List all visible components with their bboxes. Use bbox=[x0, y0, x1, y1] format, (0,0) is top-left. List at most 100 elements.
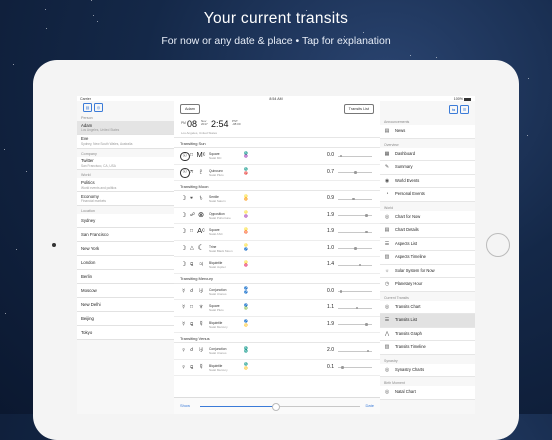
transit-description: Opposition Natal PoFortune bbox=[209, 212, 231, 220]
location-item[interactable]: New Delhi bbox=[77, 297, 174, 312]
dashboard-icon: ▦ bbox=[384, 150, 390, 157]
menu-item[interactable]: ◷ Planetary Hour bbox=[380, 278, 475, 292]
timeline-icon: ▥ bbox=[384, 344, 390, 350]
transit-description: Square Natal MC bbox=[209, 152, 222, 160]
world-item-name: Politics bbox=[81, 179, 95, 185]
location-item[interactable]: Beijing bbox=[77, 311, 174, 326]
show-button[interactable]: Show bbox=[180, 403, 190, 408]
star bbox=[527, 134, 529, 136]
date-time-picker[interactable]: PM 08 Nov 2017 2:54 PST -08:00 Los Angeles… bbox=[174, 115, 380, 138]
menu-section-header: Overview bbox=[384, 142, 399, 147]
right-sidebar: ⇆ ☰ Announcements ▤ News Overview ▦ Dashboard… bbox=[380, 101, 475, 414]
hour-icon: ◷ bbox=[384, 281, 390, 287]
transit-row[interactable]: ☿ □ ♆ Square Natal Pluto ♐ ♍ 1.1 bbox=[174, 300, 380, 317]
slider-knob[interactable] bbox=[272, 403, 281, 411]
zodiac-signs: ♐ ♋ bbox=[244, 319, 248, 327]
menu-item[interactable]: ◎ Synastry Charts bbox=[380, 363, 475, 377]
location-item[interactable]: Tokyo bbox=[77, 325, 174, 340]
menu-item[interactable]: ◎ Chart for Now bbox=[380, 210, 475, 224]
aspect-glyph: ⚼ bbox=[190, 261, 194, 267]
menu-item[interactable]: ▥ Transits Timeline bbox=[380, 341, 475, 355]
aspect-glyph: △ bbox=[190, 244, 194, 251]
menu-item[interactable]: ▥ Aspects Timeline bbox=[380, 251, 475, 265]
transit-description: Conjunction Natal Uranus bbox=[209, 288, 227, 296]
person-item-name: Adam bbox=[81, 122, 93, 128]
menu-item[interactable]: ◎ Transits Chart bbox=[380, 300, 475, 314]
location-item[interactable]: London bbox=[77, 255, 174, 270]
location-icon[interactable]: ◎ bbox=[94, 102, 103, 112]
transit-group-header: Transiting Moon bbox=[174, 181, 380, 191]
transit-row[interactable]: ☽ △ ☾ Trine Natal Black Moon ♌ ♐ 1.0 bbox=[174, 241, 380, 257]
transit-row[interactable]: ☽ ☍ ⊗ Opposition Natal PoFortune ♌ ♒ 1.9 bbox=[174, 208, 380, 224]
date-slider-bar: Show Date bbox=[174, 397, 380, 414]
orb-track bbox=[338, 198, 372, 200]
transits-list-button[interactable]: Transits List bbox=[343, 104, 374, 114]
orb-marker bbox=[354, 171, 357, 174]
transit-row[interactable]: ☽ ⚹ ♄ Sextile Natal Saturn ♌ ♊ 0.9 bbox=[174, 191, 380, 208]
transit-row[interactable]: ☉ □ Mᶜ Square Natal MC ♏ ♒ 0.0 bbox=[174, 148, 380, 165]
natal-point-name: Natal Mercury bbox=[209, 324, 228, 329]
transit-row[interactable]: ♀ ⚼ ☿ Biquintile Natal Mercury ♏ ♋ 0.1 bbox=[174, 360, 380, 376]
date-button[interactable]: Date bbox=[366, 403, 374, 408]
person-button[interactable]: Adam bbox=[180, 104, 200, 114]
natal-point-glyph: ♃ bbox=[198, 259, 204, 268]
location-item[interactable]: New York bbox=[77, 241, 174, 256]
menu-item[interactable]: ☰ Aspects List bbox=[380, 237, 475, 251]
menu-item[interactable]: ▦ Dashboard bbox=[380, 147, 475, 161]
natal-sign-glyph: ♒ bbox=[244, 213, 248, 218]
orb-marker bbox=[339, 154, 343, 157]
orb-value: 0.7 bbox=[327, 168, 334, 175]
transit-row[interactable]: ♀ ☌ ♅ Conjunction Natal Uranus ♏ ♏ 2.0 bbox=[174, 343, 380, 360]
star bbox=[45, 28, 47, 30]
location-item[interactable]: Sydney bbox=[77, 213, 174, 228]
natal-point-glyph: ♅ bbox=[198, 345, 204, 354]
world-item[interactable]: Economy Financial markets bbox=[77, 192, 174, 206]
location-item[interactable]: San Francisco bbox=[77, 227, 174, 242]
menu-icon[interactable]: ☰ bbox=[460, 105, 469, 114]
company-item[interactable]: Twitter San Francisco, CA, USA bbox=[77, 156, 174, 171]
sidebar-toggle-icon[interactable]: ▤ bbox=[83, 102, 92, 112]
transit-row[interactable]: ☽ ⚼ ♃ Biquintile Natal Jupiter ♌ ♓ 1.4 bbox=[174, 257, 380, 274]
person-item-detail: Sydney, New South Wales, Australia bbox=[81, 141, 133, 146]
transit-row[interactable]: ☿ ⚼ ☿ Biquintile Natal Mercury ♐ ♋ 1.9 bbox=[174, 317, 380, 333]
menu-item[interactable]: ✎ Summary bbox=[380, 161, 475, 175]
transit-row[interactable]: ☽ □ Aᶜ Square Natal ASC ♌ ♉ 1.9 bbox=[174, 224, 380, 241]
menu-item-label: Chart for Now bbox=[395, 213, 421, 219]
home-button[interactable] bbox=[486, 233, 510, 257]
transit-description: Conjunction Natal Uranus bbox=[209, 347, 227, 355]
day-value[interactable]: 08 bbox=[187, 119, 197, 129]
menu-item[interactable]: ◉ World Events bbox=[380, 174, 475, 188]
natal-point-name: Natal Saturn bbox=[209, 199, 226, 204]
orb-marker bbox=[355, 306, 359, 309]
menu-item[interactable]: ◎ Natal Chart bbox=[380, 386, 475, 400]
location-item[interactable]: Berlin bbox=[77, 269, 174, 284]
zodiac-signs: ♌ ♓ bbox=[244, 260, 248, 268]
person-item[interactable]: Eve Sydney, New South Wales, Australia bbox=[77, 134, 174, 149]
time-value[interactable]: 2:54 bbox=[211, 119, 229, 129]
world-item-detail: World events and politics bbox=[81, 185, 117, 190]
camera-dot bbox=[52, 243, 56, 247]
natal-point-glyph: ♆ bbox=[198, 302, 204, 311]
news-icon: ▤ bbox=[384, 128, 390, 134]
location-item[interactable]: Moscow bbox=[77, 283, 174, 298]
world-item-detail: Financial markets bbox=[81, 199, 106, 204]
menu-item[interactable]: ☰ Transits List bbox=[380, 314, 475, 328]
menu-item[interactable]: ⋀ Transits Graph bbox=[380, 327, 475, 341]
menu-item[interactable]: ◔ Personal Events bbox=[380, 188, 475, 202]
compare-icon[interactable]: ⇆ bbox=[449, 105, 458, 114]
menu-item[interactable]: ☼ Solar System for Now bbox=[380, 264, 475, 278]
orb-value: 0.0 bbox=[327, 287, 334, 294]
transit-row[interactable]: ☿ ☌ ♅ Conjunction Natal Uranus ♐ ♐ 0.0 bbox=[174, 284, 380, 300]
menu-item[interactable]: ▤ News bbox=[380, 125, 475, 139]
month-year[interactable]: Nov 2017 bbox=[201, 119, 208, 127]
menu-item[interactable]: ▤ Chart Details bbox=[380, 224, 475, 238]
orb-marker bbox=[341, 366, 344, 369]
world-item[interactable]: Politics World events and politics bbox=[77, 178, 174, 193]
star bbox=[4, 313, 6, 315]
time-zone[interactable]: PST -08:00 bbox=[232, 119, 241, 127]
natal-point-name: Natal Pluto bbox=[209, 308, 224, 313]
person-item[interactable]: Adam Los Angeles, United States bbox=[77, 121, 174, 135]
transit-row[interactable]: ☉ ⚻ ♇ Quincunx Natal Pluto ♏ ♈ 0.7 bbox=[174, 165, 380, 181]
orb-track bbox=[338, 264, 372, 266]
aspect-glyph: □ bbox=[190, 304, 194, 310]
